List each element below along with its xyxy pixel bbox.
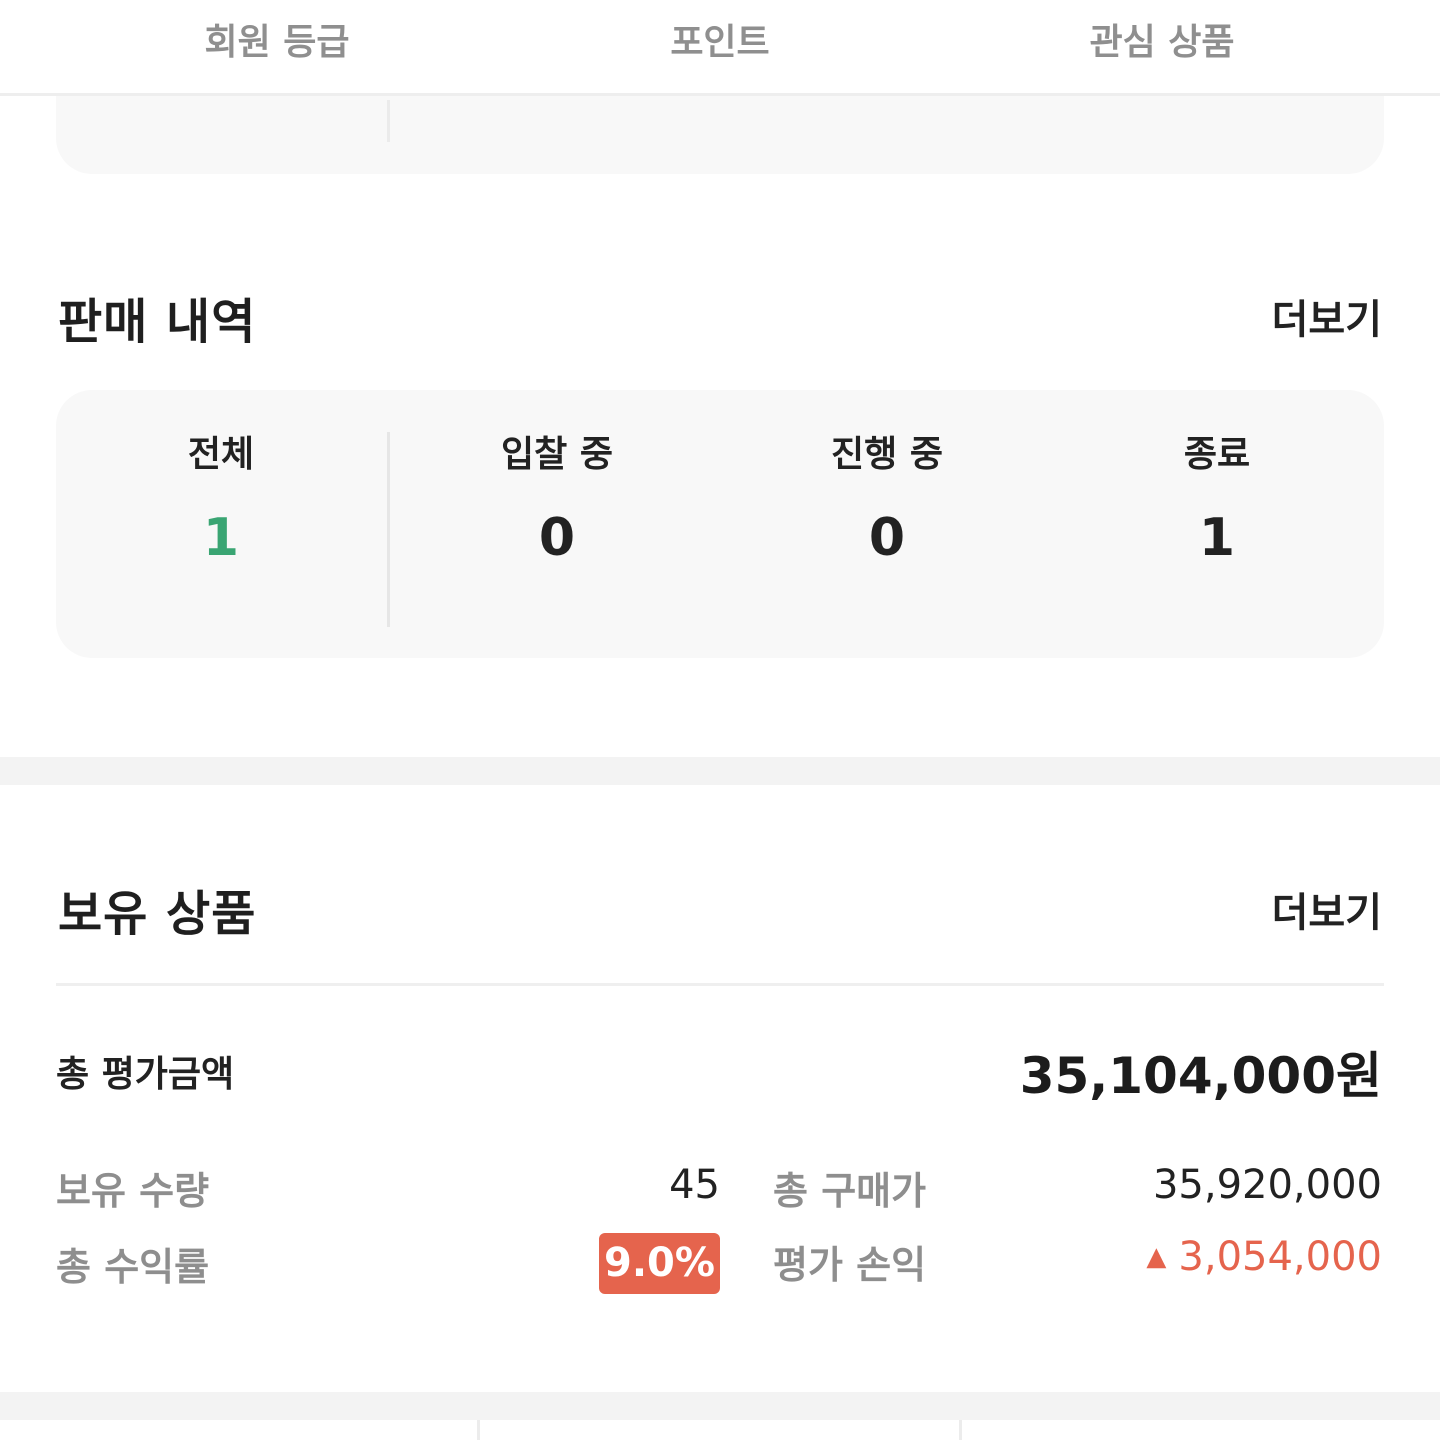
previous-card <box>56 96 1384 174</box>
stat-label: 전체 <box>187 434 255 475</box>
sales-stat-all[interactable]: 전체 1 <box>71 430 371 568</box>
quantity-label: 보유 수량 <box>56 1169 210 1213</box>
return-rate-badge: 9.0% <box>599 1233 720 1294</box>
stat-label: 진행 중 <box>831 434 943 475</box>
next-section-divider <box>477 1420 480 1440</box>
sales-card-divider <box>387 432 390 627</box>
purchase-price-label: 총 구매가 <box>773 1169 927 1213</box>
quantity-value: 45 <box>669 1162 720 1208</box>
tab-wishlist[interactable]: 관심 상품 <box>1012 18 1312 68</box>
profit-loss-label: 평가 손익 <box>773 1243 927 1287</box>
holdings-section-title: 보유 상품 <box>58 886 257 942</box>
tab-points[interactable]: 포인트 <box>570 18 870 68</box>
next-section-divider <box>959 1420 962 1440</box>
section-separator <box>0 757 1440 785</box>
total-valuation-label: 총 평가금액 <box>56 1054 235 1095</box>
previous-card-divider <box>387 100 390 142</box>
stat-value: 1 <box>1198 508 1236 568</box>
purchase-price-value: 35,920,000 <box>1152 1162 1382 1208</box>
profit-loss-value: ▲ 3,054,000 <box>1146 1234 1382 1280</box>
top-tab-bar: 회원 등급 포인트 관심 상품 <box>0 0 1440 96</box>
tab-membership-grade[interactable]: 회원 등급 <box>127 18 427 68</box>
sales-stat-in-progress[interactable]: 진행 중 0 <box>737 430 1037 568</box>
sales-stat-ended[interactable]: 종료 1 <box>1067 430 1367 568</box>
return-rate-label: 총 수익률 <box>56 1245 210 1289</box>
stat-value: 0 <box>868 508 906 568</box>
sales-stat-bidding[interactable]: 입찰 중 0 <box>407 430 707 568</box>
up-triangle-icon: ▲ <box>1146 1242 1167 1272</box>
profit-loss-amount: 3,054,000 <box>1178 1234 1382 1280</box>
stat-label: 입찰 중 <box>501 434 613 475</box>
holdings-more-link[interactable]: 더보기 <box>1272 880 1382 938</box>
next-section <box>0 1420 1440 1440</box>
stat-value: 0 <box>538 508 576 568</box>
stat-label: 종료 <box>1183 434 1251 475</box>
total-valuation-value: 35,104,000원 <box>1019 1047 1382 1105</box>
sales-more-link[interactable]: 더보기 <box>1272 287 1382 345</box>
sales-section-title: 판매 내역 <box>58 294 257 350</box>
holdings-divider <box>56 983 1384 986</box>
stat-value: 1 <box>202 508 240 568</box>
